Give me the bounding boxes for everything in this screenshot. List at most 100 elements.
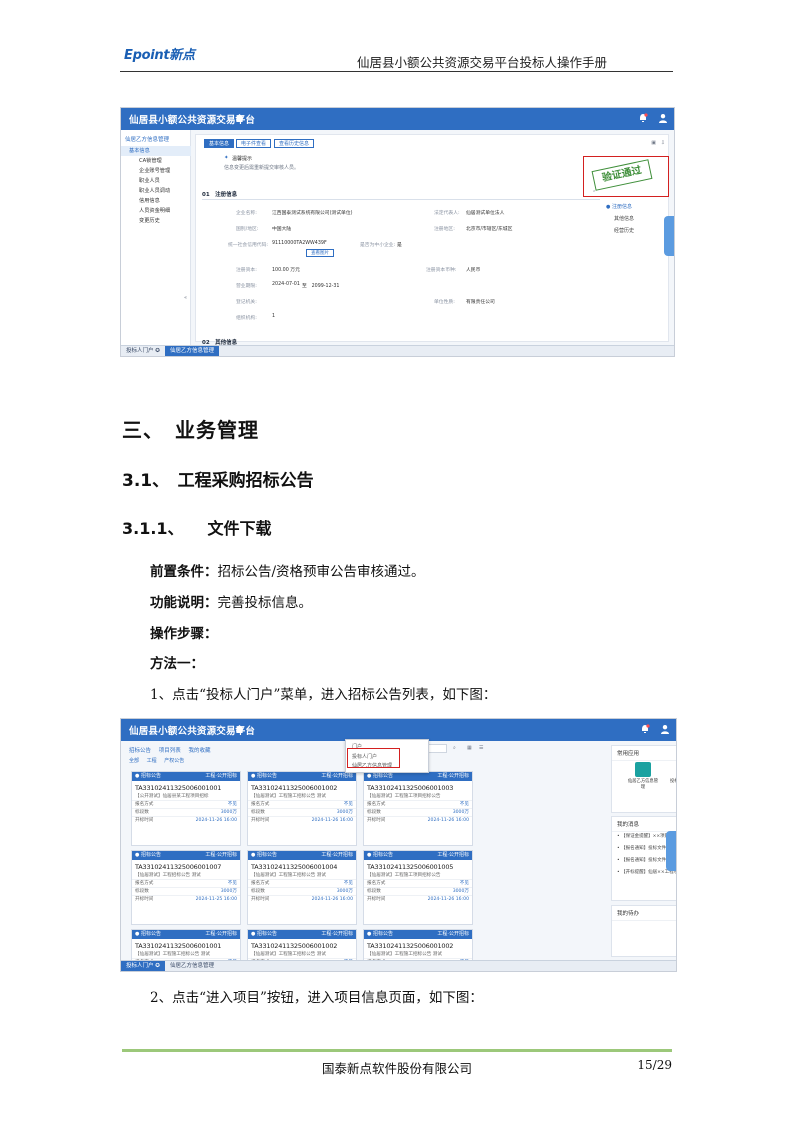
list-view-icon[interactable]: ☰ (479, 745, 483, 751)
card-row-label: 报名方式 (135, 881, 154, 886)
grid-view-icon[interactable]: ▦ (467, 745, 472, 751)
notice-card[interactable]: ● 招标公告 工程·公开招标 TA33102411325006001003 【仙居测试… (363, 771, 473, 846)
status-tab-supplier[interactable]: 仙居乙方信息管理 (165, 346, 220, 356)
right-nav-dot-icon: ● (606, 204, 611, 210)
sidebar-item-ca-lock[interactable]: CA锁管理 (121, 156, 191, 166)
card-row: 标段数3000万 (132, 887, 240, 895)
section-collapse-icon[interactable]: ⌃ (592, 190, 596, 196)
notice-card[interactable]: ● 招标公告 工程·公开招标 TA33102411325006001007 【仙居测试… (131, 850, 241, 925)
quick-app-icon (635, 762, 651, 777)
user-icon[interactable] (660, 724, 670, 734)
card-row-label: 开标时间 (367, 897, 386, 902)
notice-card[interactable]: ● 招标公告 工程·公开招标 TA33102411325006001005 【仙居测试… (363, 850, 473, 925)
card-type: 工程·公开招标 (321, 931, 353, 937)
status-tab-portal[interactable]: 投标人门户 ✪ (121, 961, 165, 971)
tab-basic-info[interactable]: 基本信息 (204, 139, 235, 148)
tab-tender-notice[interactable]: 招标公告 (129, 748, 151, 754)
right-nav-registration[interactable]: ● 注册信息 (606, 203, 632, 210)
card-status: ● 招标公告 (367, 931, 393, 937)
card-row: 开标时间 2024-11-26 16:00 (248, 895, 356, 903)
tab-e-documents[interactable]: 电子件查看 (236, 139, 272, 148)
section-divider (202, 199, 600, 200)
step2-text: 2、点击“进入项目”按钮，进入项目信息页面，如下图： (150, 990, 483, 1006)
card-type: 工程·公开招标 (205, 773, 237, 779)
card-project-id: TA33102411325006001005 (367, 863, 454, 871)
heading-procurement-notice: 3.1、 工程采购招标公告 (122, 471, 314, 491)
card-row-value: 2024-11-26 16:00 (195, 818, 237, 823)
function-line: 功能说明：完善投标信息。 (150, 594, 312, 612)
step1-text: 1、点击“投标人门户”菜单，进入招标公告列表，如下图： (150, 687, 497, 703)
print-icon[interactable]: ▣ (651, 140, 656, 146)
sidebar-item-funds[interactable]: 人员资金明细 (121, 206, 191, 216)
card-project-id: TA33102411325006001007 (135, 863, 222, 871)
card-project-id: TA33102411325006001002 (251, 784, 338, 792)
card-status: ● 招标公告 (251, 852, 277, 858)
card-type: 工程·公开招标 (205, 931, 237, 937)
card-row: 报名方式不见 (248, 800, 356, 808)
precondition-text: 招标公告/资格预审公告审核通过。 (217, 564, 425, 580)
period-label: 营业期限: (236, 284, 257, 289)
notice-card[interactable]: ● 招标公告 工程·公开招标 TA33102411325006001001 【公开测试… (131, 771, 241, 846)
status-tab-supplier[interactable]: 仙居乙方信息管理 (165, 961, 219, 971)
tab-project-list[interactable]: 项目列表 (159, 748, 181, 754)
status-tab-portal[interactable]: 投标人门户 ✪ (121, 346, 165, 356)
sidebar-item-basic-info[interactable]: 基本信息 (121, 146, 191, 156)
card-row: 报名方式不见 (248, 879, 356, 887)
sidebar-item-credit[interactable]: 信用信息 (121, 196, 191, 206)
portal-tabs: 招标公告 项目列表 我的收藏 (129, 746, 217, 754)
legal-value: 仙居测试单位法人 (466, 211, 505, 216)
card-project-name: 【仙居测试】工程施工项目招标公告 (367, 873, 441, 878)
right-nav-history[interactable]: 经营历史 (614, 227, 634, 234)
filter-engineering[interactable]: 工程 (147, 758, 157, 764)
sidebar-menu: 基本信息 CA锁管理 企业账号管理 职业人员 职业人员调动 信用信息 人员资金明… (121, 146, 191, 226)
tab-history[interactable]: 查看历史信息 (274, 139, 315, 148)
filter-all[interactable]: 全部 (129, 758, 139, 764)
search-icon[interactable]: ⌕ (453, 745, 456, 751)
period-from: 2024-07-01 (272, 282, 300, 287)
collapse-icon[interactable]: « (184, 295, 187, 301)
currency-label: 注册资本币种: (426, 268, 457, 273)
heading-business-management: 三、 业务管理 (122, 418, 259, 442)
view-image-button[interactable]: 查看图片 (306, 249, 334, 257)
home-icon[interactable] (235, 114, 244, 122)
quick-app-item[interactable]: 仙居乙方信息管理 (626, 762, 660, 790)
sidebar-item-history[interactable]: 变更历史 (121, 216, 191, 226)
card-project-id: TA33102411325006001001 (135, 784, 222, 792)
region-label: 注册地区: (434, 227, 455, 232)
notice-card[interactable]: ● 招标公告 工程·公开招标 TA33102411325006001004 【仙居测试… (247, 850, 357, 925)
quick-app-item[interactable]: 投标文件上传及解密 (668, 762, 676, 790)
notice-card[interactable]: ● 招标公告 工程·公开招标 TA33102411325006001002 【仙居测试… (247, 771, 357, 846)
sme-label: 是否为中小企业: (360, 243, 396, 248)
sidebar-item-account[interactable]: 企业账号管理 (121, 166, 191, 176)
card-project-name: 【仙居测试】工程施工招标公告 测试 (135, 952, 210, 957)
org-code-label: 组织机构: (236, 316, 257, 321)
tab-favorites[interactable]: 我的收藏 (189, 748, 211, 754)
card-row-label: 开标时间 (367, 818, 386, 823)
card-row-label: 开标时间 (135, 818, 154, 823)
user-icon[interactable] (658, 113, 668, 123)
export-icon[interactable]: ⇩ (661, 140, 665, 146)
floating-side-tab[interactable] (666, 831, 676, 871)
card-project-name: 【仙居测试】工程施工招标公告 测试 (251, 794, 326, 799)
right-nav-other[interactable]: 其他信息 (614, 215, 634, 222)
card-row-value: 2024-11-26 16:00 (427, 897, 469, 902)
card-type: 工程·公开招标 (437, 931, 469, 937)
card-row: 开标时间 2024-11-26 16:00 (248, 816, 356, 824)
card-row-label: 标段数 (251, 889, 265, 894)
notification-icon[interactable] (638, 113, 648, 123)
card-row: 报名方式不见 (364, 800, 472, 808)
reg-org-label: 登记机关: (236, 300, 257, 305)
sidebar-item-staff-transfer[interactable]: 职业人员调动 (121, 186, 191, 196)
notification-icon[interactable] (640, 724, 650, 734)
home-icon[interactable] (235, 725, 244, 733)
todo-panel: 我的待办 (611, 905, 676, 957)
card-row: 标段数3000万 (364, 808, 472, 816)
card-header: ● 招标公告 工程·公开招标 (248, 930, 356, 939)
sidebar-item-staff[interactable]: 职业人员 (121, 176, 191, 186)
card-header: ● 招标公告 工程·公开招标 (364, 772, 472, 781)
filter-property[interactable]: 产权公告 (164, 758, 184, 764)
card-row-label: 报名方式 (135, 802, 154, 807)
card-row-label: 标段数 (135, 889, 149, 894)
card-row-label: 开标时间 (251, 897, 270, 902)
floating-side-tab[interactable] (664, 216, 674, 256)
